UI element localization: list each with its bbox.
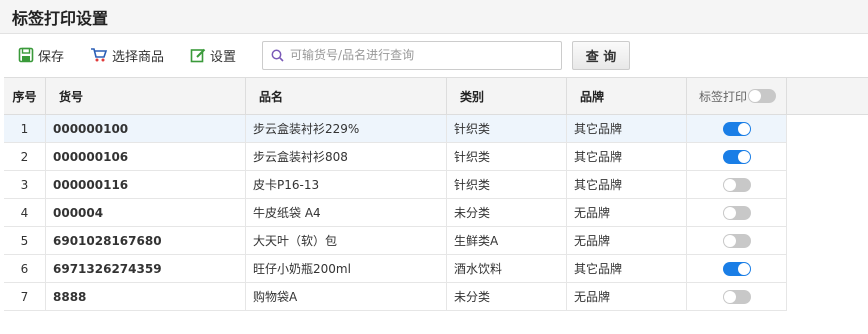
cell-code[interactable]: 000000116 xyxy=(46,171,246,198)
title-bar: 标签打印设置 xyxy=(0,0,868,34)
print-toggle[interactable] xyxy=(722,149,751,164)
cell-print xyxy=(687,199,787,226)
cell-code[interactable]: 000000100 xyxy=(46,115,246,142)
cell-brand: 其它品牌 xyxy=(567,143,687,170)
cell-category: 酒水饮料 xyxy=(447,255,567,282)
cell-print xyxy=(687,255,787,282)
cell-name: 购物袋A xyxy=(246,283,447,310)
col-brand: 品牌 xyxy=(567,78,687,114)
cell-index: 4 xyxy=(4,199,46,226)
col-name: 品名 xyxy=(246,78,447,114)
select-goods-label: 选择商品 xyxy=(112,49,165,65)
cell-brand: 无品牌 xyxy=(567,283,687,310)
cell-code[interactable]: 6901028167680 xyxy=(46,227,246,254)
col-index: 序号 xyxy=(4,78,46,114)
cell-code[interactable]: 000004 xyxy=(46,199,246,226)
cell-name: 牛皮纸袋 A4 xyxy=(246,199,447,226)
print-toggle[interactable] xyxy=(722,121,751,136)
print-all-toggle[interactable] xyxy=(748,89,777,103)
cell-category: 未分类 xyxy=(447,283,567,310)
col-code: 货号 xyxy=(46,78,246,114)
settings-label: 设置 xyxy=(210,49,237,65)
search-input[interactable] xyxy=(290,48,551,62)
save-label: 保存 xyxy=(38,49,65,65)
print-toggle[interactable] xyxy=(722,289,751,304)
cell-brand: 其它品牌 xyxy=(567,171,687,198)
cell-index: 2 xyxy=(4,143,46,170)
edit-icon xyxy=(190,48,206,63)
toggle-knob xyxy=(723,206,736,219)
search-box xyxy=(262,40,563,70)
table-header: 序号 货号 品名 类别 品牌 标签打印 xyxy=(4,77,868,115)
table-row[interactable]: 4 000004 牛皮纸袋 A4 未分类 无品牌 xyxy=(4,199,787,227)
cell-category: 针织类 xyxy=(447,115,567,142)
print-toggle[interactable] xyxy=(722,205,751,220)
cell-name: 步云盒装衬衫808 xyxy=(246,143,447,170)
cell-category: 针织类 xyxy=(447,143,567,170)
table-row[interactable]: 6 6971326274359 旺仔小奶瓶200ml 酒水饮料 其它品牌 xyxy=(4,255,787,283)
cell-name: 步云盒装衬衫229% xyxy=(246,115,447,142)
cell-index: 5 xyxy=(4,227,46,254)
cell-print xyxy=(687,143,787,170)
cell-print xyxy=(687,115,787,142)
print-toggle[interactable] xyxy=(722,177,751,192)
cell-index: 6 xyxy=(4,255,46,282)
cell-name: 旺仔小奶瓶200ml xyxy=(246,255,447,282)
cart-icon xyxy=(91,48,108,62)
query-button[interactable]: 查 询 xyxy=(572,40,631,70)
col-print-label: 标签打印 xyxy=(699,89,748,104)
table-row[interactable]: 5 6901028167680 大天叶（软）包 生鲜类A 无品牌 xyxy=(4,227,787,255)
cell-print xyxy=(687,283,787,310)
cell-code[interactable]: 6971326274359 xyxy=(46,255,246,282)
cell-brand: 其它品牌 xyxy=(567,255,687,282)
search-icon xyxy=(271,49,284,62)
settings-button[interactable]: 设置 xyxy=(190,46,236,65)
toggle-knob xyxy=(737,150,750,163)
toggle-knob xyxy=(723,178,736,191)
cell-category: 生鲜类A xyxy=(447,227,567,254)
toggle-knob xyxy=(749,90,762,102)
cell-brand: 无品牌 xyxy=(567,199,687,226)
table-row[interactable]: 3 000000116 皮卡P16-13 针织类 其它品牌 xyxy=(4,171,787,199)
page-title: 标签打印设置 xyxy=(12,8,109,28)
cell-print xyxy=(687,227,787,254)
save-icon xyxy=(18,47,34,63)
cell-code[interactable]: 000000106 xyxy=(46,143,246,170)
cell-brand: 无品牌 xyxy=(567,227,687,254)
toggle-knob xyxy=(723,290,736,303)
cell-index: 3 xyxy=(4,171,46,198)
cell-category: 针织类 xyxy=(447,171,567,198)
cell-brand: 其它品牌 xyxy=(567,115,687,142)
cell-code[interactable]: 8888 xyxy=(46,283,246,310)
toggle-knob xyxy=(737,122,750,135)
toolbar: 保存 选择商品 设置 查 询 xyxy=(0,34,868,76)
cell-name: 皮卡P16-13 xyxy=(246,171,447,198)
col-category: 类别 xyxy=(447,78,567,114)
cell-name: 大天叶（软）包 xyxy=(246,227,447,254)
select-goods-button[interactable]: 选择商品 xyxy=(90,46,164,65)
cell-print xyxy=(687,171,787,198)
goods-table: 序号 货号 品名 类别 品牌 标签打印 1 000000100 步云盒装衬衫229%… xyxy=(0,77,868,334)
toggle-knob xyxy=(723,234,736,247)
toggle-knob xyxy=(737,262,750,275)
col-print: 标签打印 xyxy=(687,78,787,114)
table-row[interactable]: 2 000000106 步云盒装衬衫808 针织类 其它品牌 xyxy=(4,143,787,171)
print-toggle[interactable] xyxy=(722,261,751,276)
cell-category: 未分类 xyxy=(447,199,567,226)
table-row[interactable]: 7 8888 购物袋A 未分类 无品牌 xyxy=(4,283,787,311)
print-toggle[interactable] xyxy=(722,233,751,248)
table-row[interactable]: 1 000000100 步云盒装衬衫229% 针织类 其它品牌 xyxy=(4,115,787,143)
cell-index: 7 xyxy=(4,283,46,310)
cell-index: 1 xyxy=(4,115,46,142)
save-button[interactable]: 保存 xyxy=(18,46,64,65)
